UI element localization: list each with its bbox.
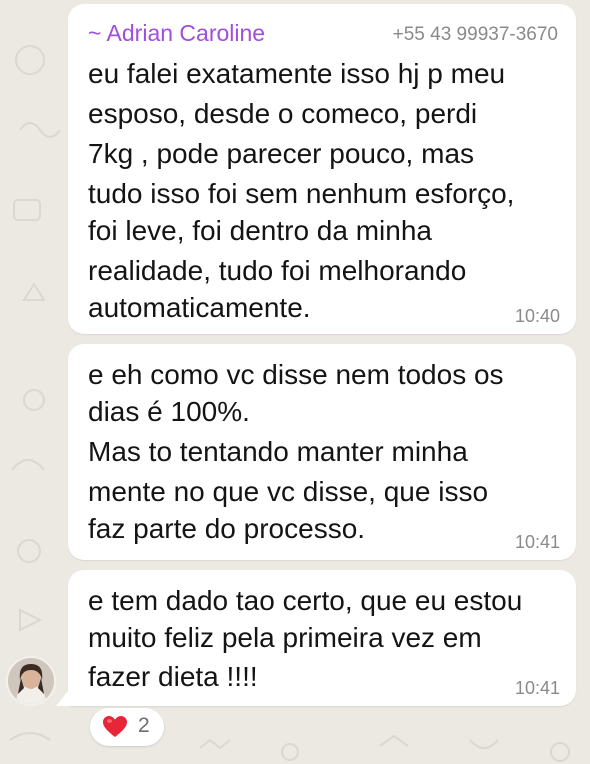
reaction-count: 2 (138, 714, 150, 737)
message-text-line: e eh como vc disse nem todos os (88, 359, 504, 390)
message-text-line: eu falei exatamente isso hj p meu (88, 58, 506, 89)
message-text-line: mente no que vc disse, que isso (88, 476, 489, 507)
message-bubble[interactable]: ~ Adrian Caroline +55 43 99937-3670 eu f… (68, 4, 576, 334)
sender-phone: +55 43 99937-3670 (392, 24, 558, 45)
message-timestamp: 10:41 (514, 678, 560, 698)
sender-name[interactable]: ~ Adrian Caroline (88, 20, 265, 47)
heart-icon (103, 716, 127, 737)
message-text-line: tudo isso foi sem nenhum esforço, (88, 178, 515, 209)
message-bubble[interactable]: e eh como vc disse nem todos os dias é 1… (68, 344, 576, 560)
message-timestamp: 10:41 (514, 532, 560, 552)
bubble-tail (56, 686, 72, 706)
reaction-badge[interactable]: 2 (90, 708, 164, 746)
message-text-line: realidade, tudo foi melhorando (88, 255, 467, 286)
message-text-line: Mas to tentando manter minha (88, 436, 468, 467)
avatar-photo (8, 658, 54, 704)
message-text-line: e tem dado tao certo, que eu estou (88, 585, 523, 616)
message-text-line: 7kg , pode parecer pouco, mas (88, 138, 475, 169)
avatar[interactable] (6, 656, 56, 706)
message-text-line: fazer dieta !!!! (88, 661, 258, 692)
message-text-line: esposo, desde o comeco, perdi (88, 98, 478, 129)
message-bubble[interactable]: e tem dado tao certo, que eu estou muito… (68, 570, 576, 706)
message-text-line: muito feliz pela primeira vez em (88, 622, 482, 653)
message-text-line: faz parte do processo. (88, 513, 366, 544)
message-text-line: automaticamente. (88, 292, 311, 323)
message-text-line: foi leve, foi dentro da minha (88, 215, 432, 246)
message-text-line: dias é 100%. (88, 396, 250, 427)
message-timestamp: 10:40 (514, 306, 560, 326)
